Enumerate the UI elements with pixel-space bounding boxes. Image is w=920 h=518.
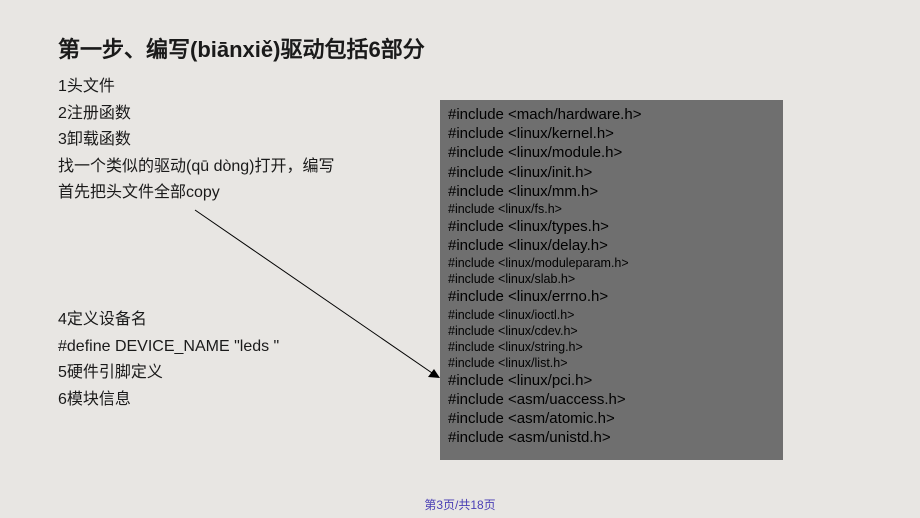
code-box: #include <mach/hardware.h> #include <lin… xyxy=(440,100,783,460)
code-line: #include <linux/init.h> xyxy=(448,163,775,182)
page-footer: 第3页/共18页 xyxy=(0,496,920,513)
code-line: #include <asm/atomic.h> xyxy=(448,409,775,428)
spacer xyxy=(58,207,428,307)
slide-content: 第一步、编写(biānxiě)驱动包括6部分 1头文件 2注册函数 3卸载函数 … xyxy=(0,0,920,518)
code-line: #include <linux/delay.h> xyxy=(448,236,775,255)
line-5: 首先把头文件全部copy xyxy=(58,180,428,206)
code-line: #include <linux/slab.h> xyxy=(448,271,775,287)
code-line: #include <linux/errno.h> xyxy=(448,287,775,306)
slide-title: 第一步、编写(biānxiě)驱动包括6部分 xyxy=(58,32,862,64)
code-line: #include <linux/string.h> xyxy=(448,339,775,355)
code-line: #include <asm/uaccess.h> xyxy=(448,390,775,409)
code-line: #include <linux/cdev.h> xyxy=(448,323,775,339)
code-line: #include <linux/ioctl.h> xyxy=(448,307,775,323)
code-line: #include <linux/list.h> xyxy=(448,355,775,371)
code-line: #include <mach/hardware.h> xyxy=(448,105,775,124)
line-8: 5硬件引脚定义 xyxy=(58,360,428,386)
code-line: #include <linux/fs.h> xyxy=(448,201,775,217)
line-9: 6模块信息 xyxy=(58,387,428,413)
left-column: 1头文件 2注册函数 3卸载函数 找一个类似的驱动(qū dòng)打开，编写 … xyxy=(58,74,428,412)
line-2: 2注册函数 xyxy=(58,101,428,127)
code-line: #include <linux/module.h> xyxy=(448,143,775,162)
code-line: #include <asm/unistd.h> xyxy=(448,428,775,447)
line-7: #define DEVICE_NAME "leds " xyxy=(58,334,428,360)
code-line: #include <linux/kernel.h> xyxy=(448,124,775,143)
line-6: 4定义设备名 xyxy=(58,307,428,333)
code-line: #include <linux/types.h> xyxy=(448,217,775,236)
code-line: #include <linux/moduleparam.h> xyxy=(448,255,775,271)
code-line: #include <linux/mm.h> xyxy=(448,182,775,201)
code-line: #include <linux/pci.h> xyxy=(448,371,775,390)
line-4: 找一个类似的驱动(qū dòng)打开，编写 xyxy=(58,154,428,180)
line-3: 3卸载函数 xyxy=(58,127,428,153)
line-1: 1头文件 xyxy=(58,74,428,100)
